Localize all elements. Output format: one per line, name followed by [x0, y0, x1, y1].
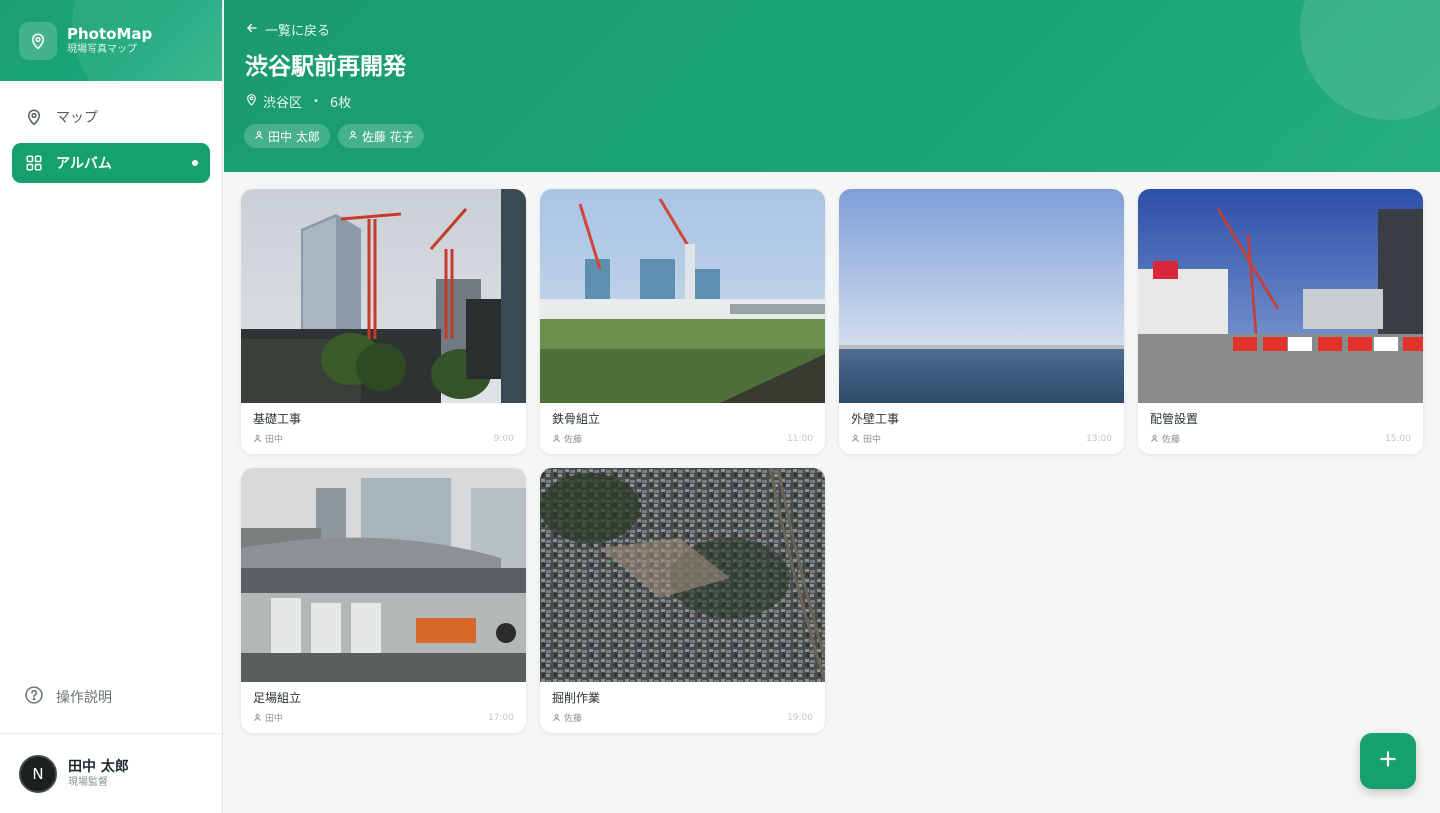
member-chip: 佐藤 花子 [337, 124, 424, 148]
photo-thumbnail [839, 189, 1124, 403]
photo-time: 11:00 [787, 433, 813, 444]
page-title: 渋谷駅前再開発 [245, 54, 406, 80]
photo-title: 足場組立 [253, 691, 302, 705]
photo-card[interactable]: 足場組立 田中 17:00 [241, 468, 526, 733]
photo-thumbnail [241, 189, 526, 403]
header-decoration [1300, 0, 1440, 120]
photo-title: 外壁工事 [851, 412, 900, 426]
add-photo-button[interactable] [1360, 733, 1416, 789]
photo-grid: 基礎工事 田中 9:00 鉄骨組立 佐藤 11:00 外壁工事 田中 13:00… [241, 189, 1423, 733]
meta-separator: • [313, 96, 319, 107]
app-subtitle: 現場写真マップ [67, 44, 137, 55]
photo-title: 鉄骨組立 [552, 412, 601, 426]
user-icon [348, 129, 358, 143]
member-name: 佐藤 花子 [361, 129, 414, 144]
user-icon [254, 435, 261, 443]
user-icon [1151, 435, 1158, 443]
photo-thumbnail [1138, 189, 1423, 403]
sidebar-item-label: マップ [56, 110, 98, 126]
map-pin-icon [24, 107, 44, 127]
sidebar: PhotoMap 現場写真マップ マップ アルバム 操作説明 N 田中 太郎 現… [0, 0, 223, 813]
photo-card[interactable]: 鉄骨組立 佐藤 11:00 [540, 189, 825, 454]
photo-card[interactable]: 外壁工事 田中 13:00 [839, 189, 1124, 454]
user-icon [254, 129, 264, 143]
photo-count: 6枚 [329, 96, 352, 111]
active-indicator [192, 160, 198, 166]
user-role: 現場監督 [68, 776, 108, 788]
avatar: N [19, 754, 57, 793]
photo-thumbnail [540, 189, 825, 403]
photo-title: 基礎工事 [253, 412, 302, 426]
user-profile[interactable]: N 田中 太郎 現場監督 [0, 733, 222, 813]
sidebar-nav: マップ アルバム [0, 81, 222, 183]
photo-card[interactable]: 掘削作業 佐藤 19:00 [540, 468, 825, 733]
photo-author: 田中 [265, 714, 284, 724]
photo-author: 佐藤 [1162, 435, 1181, 445]
photo-time: 9:00 [493, 433, 514, 444]
map-pin-icon [245, 93, 258, 110]
photo-card[interactable]: 配管設置 佐藤 15:00 [1138, 189, 1423, 454]
app-title: PhotoMap [67, 25, 153, 43]
grid-icon [24, 153, 44, 173]
photo-time: 19:00 [787, 712, 813, 723]
member-name: 田中 太郎 [268, 129, 320, 144]
help-circle-icon [24, 685, 44, 709]
user-icon [852, 435, 859, 443]
photo-author: 佐藤 [564, 714, 583, 724]
photo-time: 13:00 [1086, 433, 1112, 444]
map-pin-logo-icon [19, 21, 57, 60]
back-link[interactable]: 一覧に戻る [245, 20, 330, 39]
member-chip: 田中 太郎 [244, 124, 330, 148]
photo-title: 掘削作業 [552, 691, 601, 705]
photo-title: 配管設置 [1150, 412, 1199, 426]
photo-thumbnail [540, 468, 825, 682]
user-name: 田中 太郎 [68, 758, 129, 775]
member-chips: 田中 太郎 佐藤 花子 [244, 124, 432, 148]
help-label: 操作説明 [56, 690, 112, 706]
photo-author: 田中 [265, 435, 284, 445]
user-icon [553, 714, 560, 722]
photo-card[interactable]: 基礎工事 田中 9:00 [241, 189, 526, 454]
back-label: 一覧に戻る [265, 24, 331, 39]
album-header: 一覧に戻る 渋谷駅前再開発 渋谷区 • 6枚 田中 太郎 佐藤 花子 [224, 0, 1440, 172]
user-icon [553, 435, 560, 443]
photo-author: 田中 [863, 435, 882, 445]
album-location: 渋谷区 [263, 96, 303, 111]
sidebar-item-album[interactable]: アルバム [12, 143, 210, 183]
sidebar-item-label: アルバム [56, 156, 112, 172]
user-icon [254, 714, 261, 722]
photo-thumbnail [241, 468, 526, 682]
sidebar-item-map[interactable]: マップ [12, 97, 210, 137]
plus-icon [1378, 749, 1398, 773]
photo-time: 17:00 [488, 712, 514, 723]
photo-author: 佐藤 [564, 435, 583, 445]
album-meta: 渋谷区 • 6枚 [245, 92, 351, 111]
brand: PhotoMap 現場写真マップ [0, 0, 222, 81]
arrow-left-icon [245, 21, 259, 39]
photo-time: 15:00 [1385, 433, 1411, 444]
help-link[interactable]: 操作説明 [12, 677, 211, 717]
